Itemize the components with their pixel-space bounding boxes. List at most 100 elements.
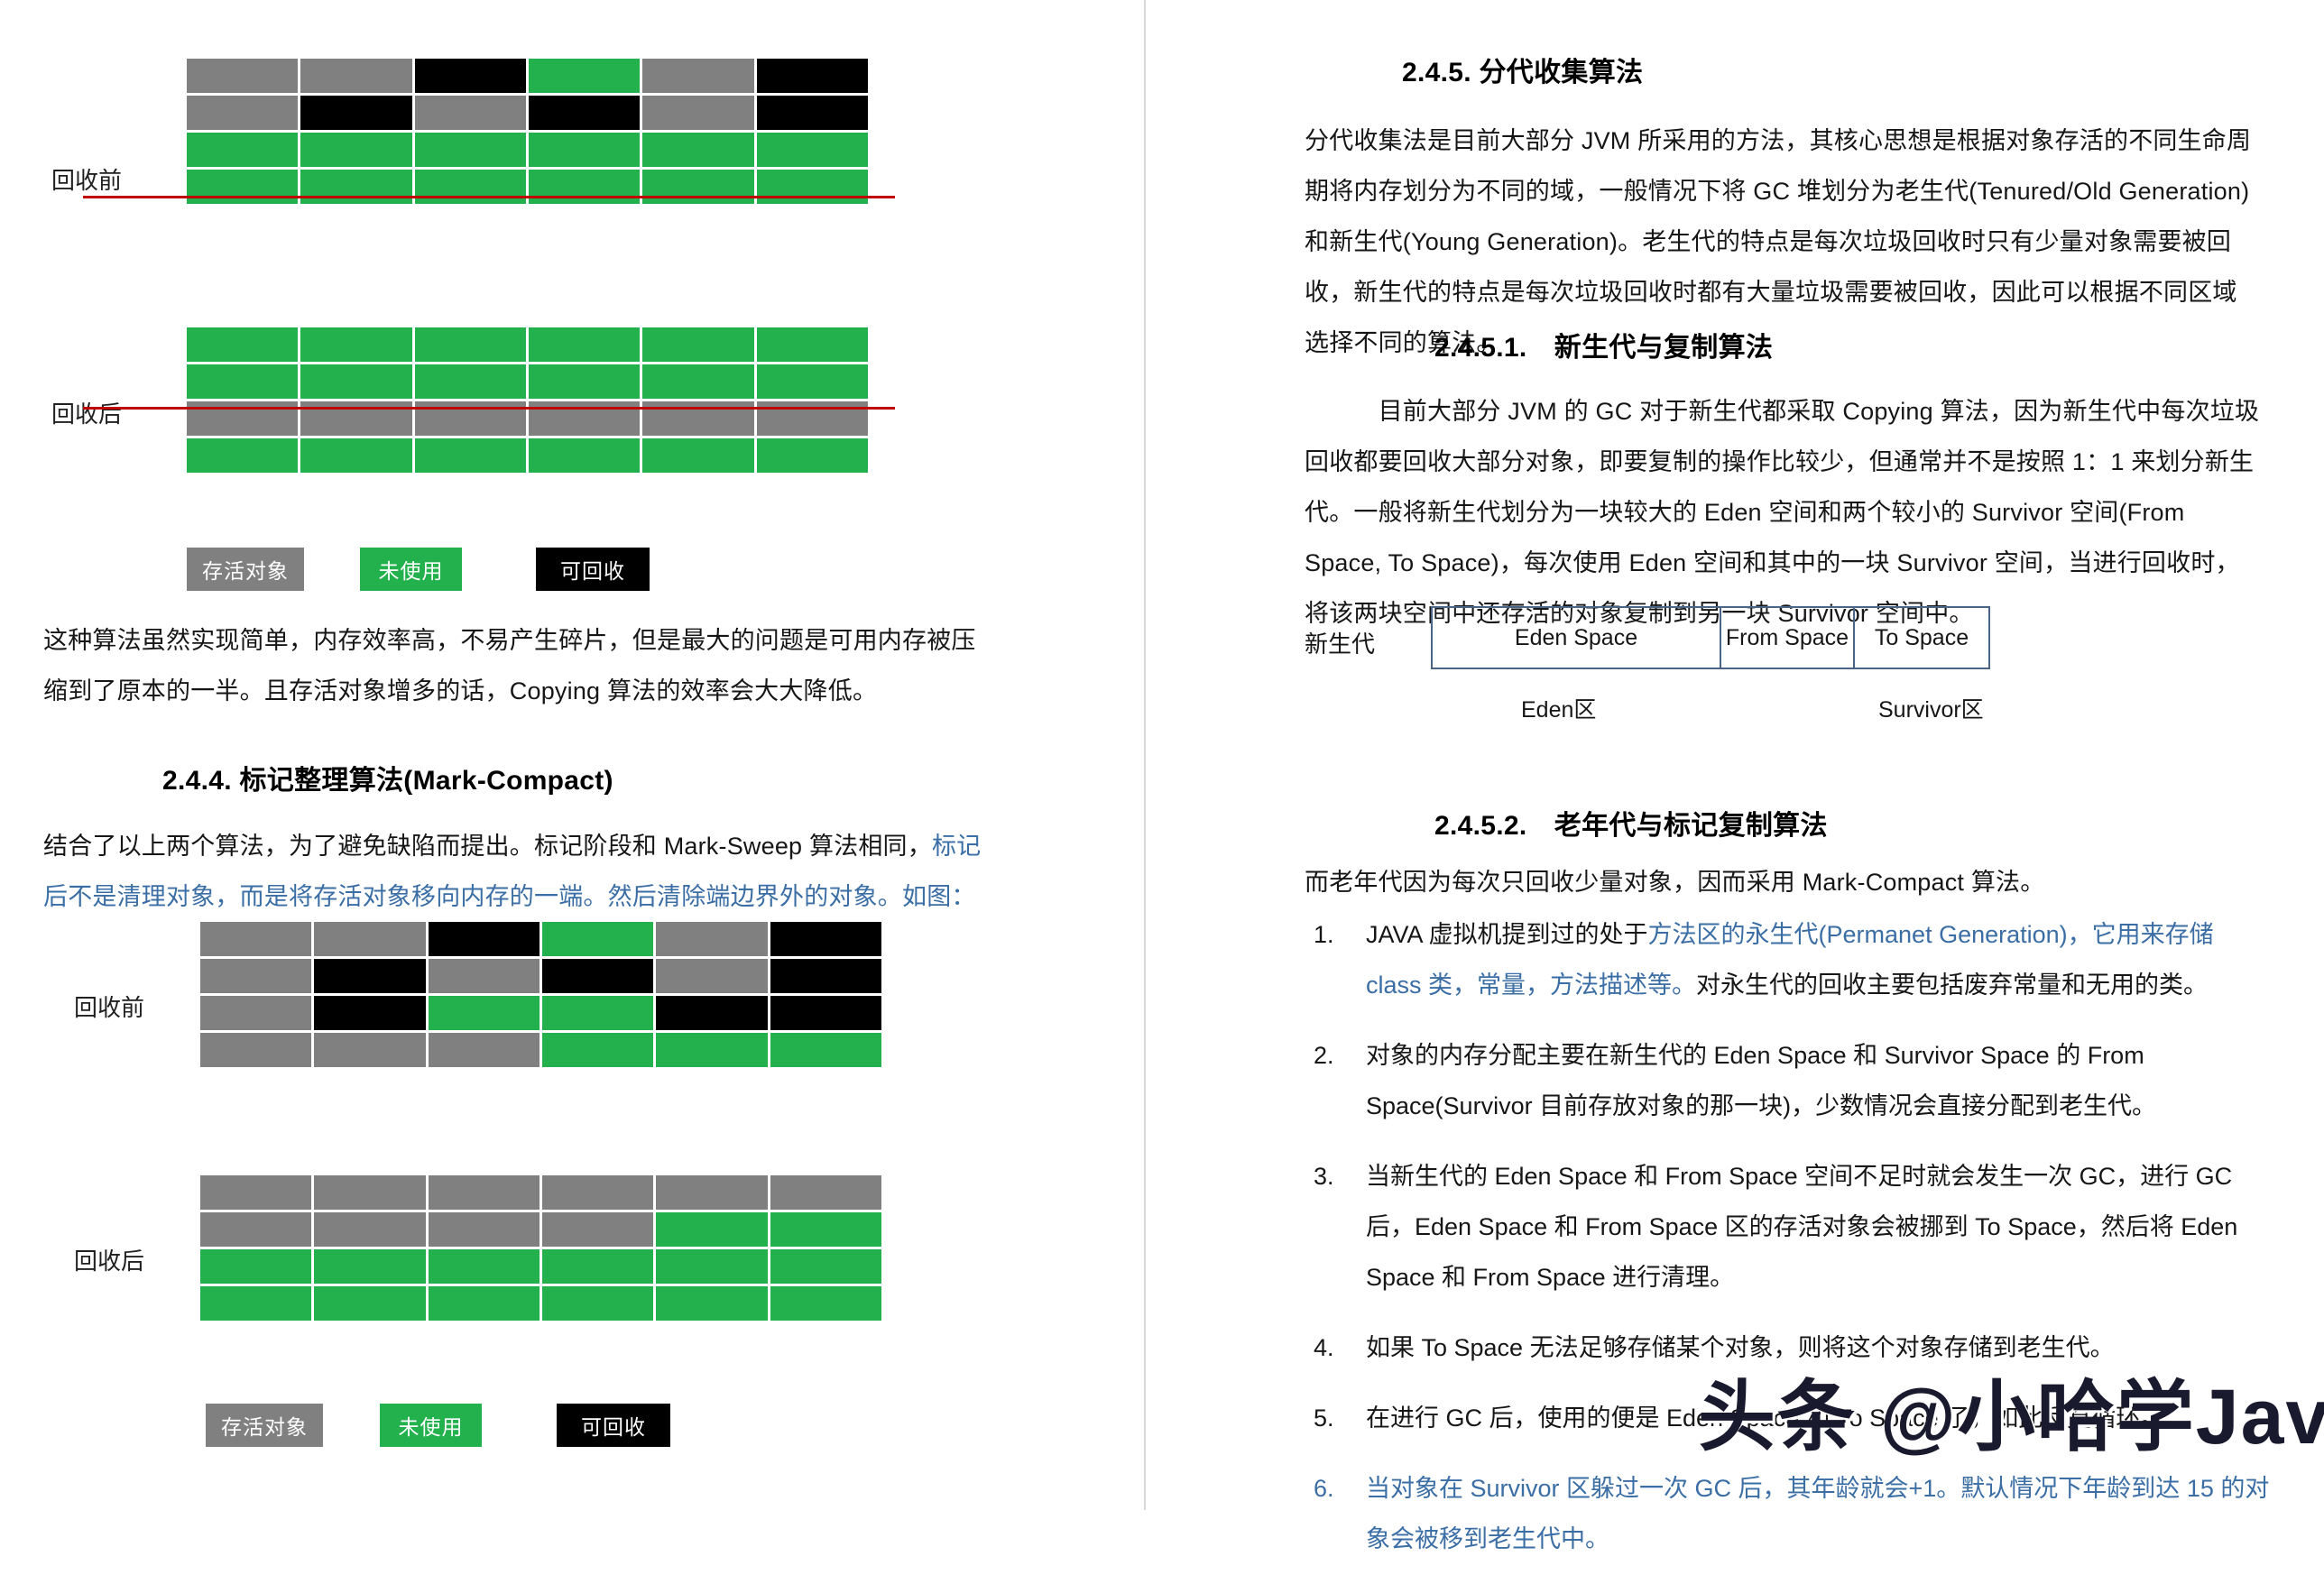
memory-cell <box>300 327 412 362</box>
memory-cell <box>314 996 426 1030</box>
memory-cell <box>428 1249 540 1284</box>
markcompact-after-label: 回收后 <box>74 1248 145 1275</box>
memory-cell <box>414 327 526 362</box>
memory-cell <box>200 959 312 993</box>
memory-cell <box>656 959 768 993</box>
memory-cell <box>656 1286 768 1321</box>
memory-cell <box>756 327 868 362</box>
legend-alive: 存活对象 <box>187 548 304 591</box>
memory-cell <box>414 59 526 93</box>
copying-after-redline <box>83 407 895 410</box>
heading-young-gen-copying: 2.4.5.1. 新生代与复制算法 <box>1434 333 1774 363</box>
list-marker: 6. <box>1314 1475 1334 1502</box>
memory-cell <box>542 922 654 956</box>
copying-summary-paragraph: 这种算法虽然实现简单，内存效率高，不易产生碎片，但是最大的问题是可用内存被压缩到… <box>43 627 976 705</box>
eden-space-segment: Eden Space <box>1433 608 1721 668</box>
heading-mark-compact: 2.4.4. 标记整理算法(Mark-Compact) <box>162 766 613 796</box>
memory-cell <box>642 133 754 167</box>
legend-alive: 存活对象 <box>206 1404 323 1447</box>
memory-cell <box>542 1033 654 1067</box>
document-page: 回收前 回收后 存活对象 未使用 可回收 这种算法虽然实现简单，内存效率高，不易… <box>0 0 2324 1552</box>
from-space-segment: From Space <box>1721 608 1855 668</box>
memory-cell <box>187 438 299 473</box>
memory-cell <box>428 922 540 956</box>
markcompact-after-diagram: 回收后 <box>74 1175 881 1321</box>
list-item: 6. 当对象在 Survivor 区躲过一次 GC 后，其年龄就会+1。默认情况… <box>1305 1463 2270 1564</box>
memory-cell <box>300 133 412 167</box>
memory-cell <box>200 1286 312 1321</box>
legend-unused: 未使用 <box>380 1404 482 1447</box>
to-space-segment: To Space <box>1874 624 1969 650</box>
copying-after-diagram: 回收后 <box>51 327 895 473</box>
memory-cell <box>529 327 641 362</box>
young-generation-label: 新生代 <box>1305 631 1376 658</box>
list-item-text-black: 当对象在 Survivor 区躲过一次 GC 后，其年龄就会+1。 <box>1366 1475 1961 1502</box>
memory-cell <box>542 959 654 993</box>
legend-recyclable: 可回收 <box>557 1404 670 1447</box>
memory-cell <box>187 59 299 93</box>
memory-cell <box>300 438 412 473</box>
memory-cell <box>642 364 754 399</box>
memory-cell <box>756 96 868 130</box>
left-column: 回收前 回收后 存活对象 未使用 可回收 这种算法虽然实现简单，内存效率高，不易… <box>0 0 1144 1510</box>
young-generation-diagram: 新生代 Eden Space From Space To Space Eden区… <box>1305 606 2261 741</box>
memory-cell <box>529 96 641 130</box>
memory-cell <box>756 438 868 473</box>
memory-cell <box>770 996 881 1030</box>
memory-cell <box>314 922 426 956</box>
memory-grid <box>187 59 868 204</box>
memory-cell <box>770 1175 881 1210</box>
memory-cell <box>300 364 412 399</box>
memory-cell <box>314 1033 426 1067</box>
legend-copying: 存活对象 未使用 可回收 <box>187 548 650 591</box>
memory-cell <box>414 364 526 399</box>
memory-cell <box>187 133 299 167</box>
memory-cell <box>529 133 641 167</box>
memory-cell <box>756 59 868 93</box>
watermark: 头条 @小哈学Java <box>1698 1374 2324 1460</box>
copying-before-redline <box>83 196 895 198</box>
list-item-text-black-suffix: 对永生代的回收主要包括废弃常量和无用的类。 <box>1696 972 2209 999</box>
memory-cell <box>542 1249 654 1284</box>
memory-cell <box>756 364 868 399</box>
memory-cell <box>656 1249 768 1284</box>
memory-cell <box>300 59 412 93</box>
list-item: 2. 对象的内存分配主要在新生代的 Eden Space 和 Survivor … <box>1305 1030 2270 1131</box>
memory-cell <box>414 438 526 473</box>
memory-cell <box>200 1033 312 1067</box>
list-item-text-black: 对象的内存分配主要在新生代的 Eden Space 和 Survivor Spa… <box>1366 1042 2157 1119</box>
memory-cell <box>200 996 312 1030</box>
old-gen-paragraph: 而老年代因为每次只回收少量对象，因而采用 Mark-Compact 算法。 <box>1305 869 2045 896</box>
memory-cell <box>542 1286 654 1321</box>
memory-cell <box>529 364 641 399</box>
copying-before-diagram: 回收前 <box>51 59 895 204</box>
memory-grid <box>187 327 868 473</box>
heading-generational-collection: 2.4.5. 分代收集算法 <box>1402 58 1644 87</box>
memory-cell <box>770 922 881 956</box>
memory-cell <box>656 1175 768 1210</box>
markcompact-before-diagram: 回收前 <box>74 922 881 1067</box>
right-column: 2.4.5. 分代收集算法 分代收集法是目前大部分 JVM 所采用的方法，其核心… <box>1148 0 2324 1552</box>
memory-cell <box>428 959 540 993</box>
memory-cell <box>529 438 641 473</box>
memory-cell <box>300 170 412 204</box>
memory-cell <box>414 96 526 130</box>
list-item: 1. JAVA 虚拟机提到过的处于方法区的永生代(Permanet Genera… <box>1305 909 2270 1010</box>
list-marker: 4. <box>1314 1334 1334 1361</box>
memory-grid <box>200 1175 881 1321</box>
memory-cell <box>428 996 540 1030</box>
memory-cell <box>656 1033 768 1067</box>
memory-cell <box>314 959 426 993</box>
memory-cell <box>187 364 299 399</box>
memory-cell <box>656 1212 768 1247</box>
memory-cell <box>200 1175 312 1210</box>
memory-cell <box>770 1286 881 1321</box>
memory-cell <box>642 96 754 130</box>
memory-cell <box>428 1175 540 1210</box>
memory-cell <box>414 170 526 204</box>
copying-after-label: 回收后 <box>51 401 123 428</box>
memory-cell <box>314 1249 426 1284</box>
list-marker: 2. <box>1314 1042 1334 1069</box>
memory-cell <box>770 1033 881 1067</box>
eden-area-caption: Eden区 <box>1521 697 1597 723</box>
